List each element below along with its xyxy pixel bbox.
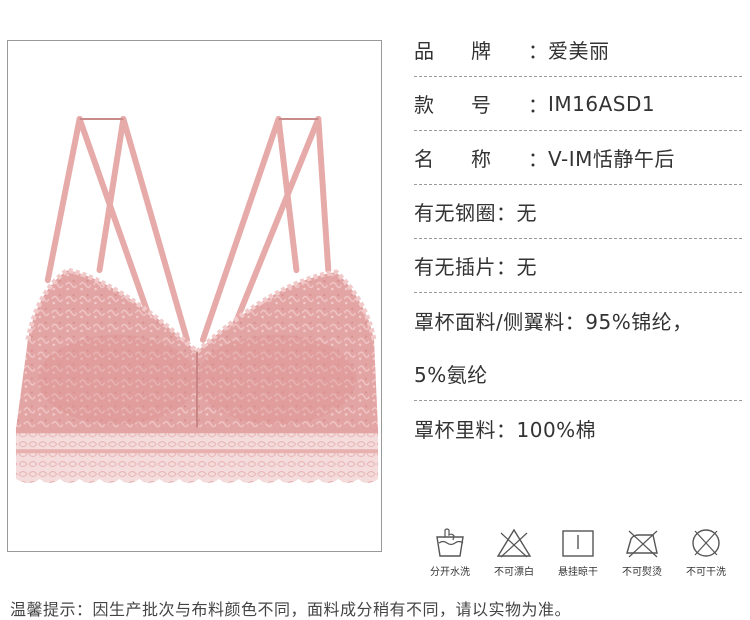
spec-insert: 有无插片： 无	[414, 239, 742, 293]
spec-cup-lining-label: 罩杯里料：	[414, 417, 517, 442]
hang-dry-icon	[562, 530, 594, 557]
care-item-no-bleach: 不可漂白	[482, 527, 546, 578]
care-item-hang-dry: 悬挂晾干	[546, 527, 610, 578]
no-bleach-icon	[496, 528, 532, 558]
care-label-hang-dry: 悬挂晾干	[558, 567, 598, 578]
spec-cup-fabric-value: 95%锦纶，	[585, 309, 693, 334]
no-dry-clean-icon	[692, 529, 720, 557]
care-item-no-dry-clean: 不可干洗	[674, 527, 738, 578]
bralette-image	[15, 115, 379, 483]
care-label-no-dry-clean: 不可干洗	[686, 567, 726, 578]
spec-model-value: IM16ASD1	[548, 91, 656, 116]
spec-name: 名称： V-IM恬静午后	[414, 131, 742, 185]
care-item-no-iron: 不可熨烫	[610, 527, 674, 578]
spec-cup-fabric: 罩杯面料/侧翼料： 95%锦纶，	[414, 293, 742, 347]
spec-name-value: V-IM恬静午后	[548, 147, 675, 171]
spec-insert-value: 无	[516, 255, 537, 279]
spec-steel-ring: 有无钢圈： 无	[414, 185, 742, 239]
no-iron-icon	[626, 530, 658, 558]
product-photo	[7, 40, 382, 552]
care-instructions: 分开水洗 不可漂白 悬挂晾干 不可熨烫 不可干洗	[418, 527, 738, 578]
spec-cup-fabric-label: 罩杯面料/侧翼料：	[414, 309, 586, 334]
spec-insert-label: 有无插片：	[414, 255, 517, 279]
spec-steel-ring-value: 无	[516, 201, 537, 225]
hand-wash-icon	[436, 528, 464, 557]
care-label-hand-wash: 分开水洗	[430, 567, 470, 578]
spec-cup-lining-value: 100%棉	[516, 417, 597, 442]
spec-cup-lining: 罩杯里料： 100%棉	[414, 401, 742, 455]
spec-model: 款号： IM16ASD1	[414, 77, 742, 131]
spec-brand-value: 爱美丽	[548, 39, 610, 63]
spec-list: 品牌： 爱美丽 款号： IM16ASD1 名称： V-IM恬静午后 有无钢圈： …	[414, 23, 742, 455]
care-label-no-iron: 不可熨烫	[622, 567, 662, 578]
spec-cup-fabric-continuation: 5%氨纶	[414, 363, 488, 387]
care-item-hand-wash: 分开水洗	[418, 527, 482, 578]
spec-cup-fabric-continued: 5%氨纶	[414, 347, 742, 401]
spec-steel-ring-label: 有无钢圈：	[414, 201, 517, 225]
footer-note: 温馨提示：因生产批次与布料颜色不同，面料成分稍有不同，请以实物为准。	[10, 600, 572, 619]
care-label-no-bleach: 不可漂白	[494, 567, 534, 578]
spec-brand: 品牌： 爱美丽	[414, 23, 742, 77]
